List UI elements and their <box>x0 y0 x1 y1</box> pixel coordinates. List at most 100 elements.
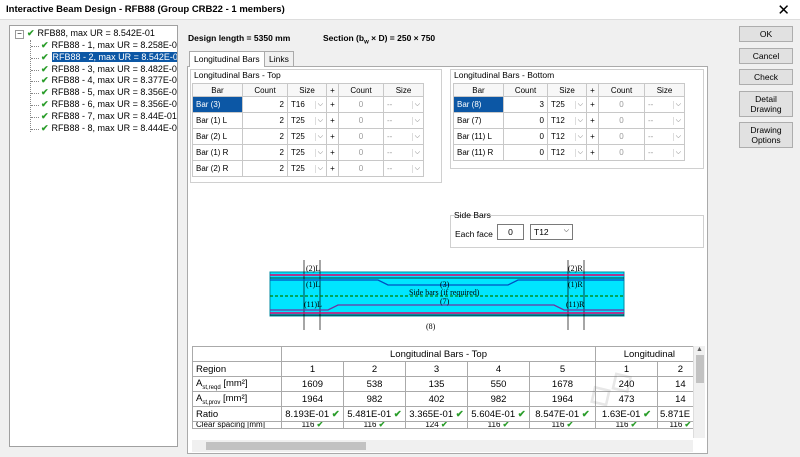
plus-cell: + <box>586 128 599 145</box>
size-select[interactable]: T12 ⌵ <box>547 144 587 161</box>
check-button[interactable]: Check <box>739 69 793 85</box>
tree-item[interactable]: ✔ RFB88 - 1, max UR = 8.258E-01 <box>41 40 177 51</box>
chevron-down-icon: ⌵ <box>672 116 681 125</box>
check-icon: ✔ <box>41 99 49 109</box>
check-icon: ✔ <box>502 421 510 429</box>
vertical-scrollbar[interactable]: ▲ <box>693 346 705 438</box>
column-header: + <box>586 83 599 97</box>
count2-cell: 0 <box>338 160 384 177</box>
section-size: Section (bw × D) = 250 × 750 <box>323 33 436 46</box>
ratio-cell: 5.604E-01 ✔ <box>467 406 530 422</box>
check-icon: ✔ <box>41 51 49 62</box>
count-cell[interactable]: 2 <box>242 144 288 161</box>
check-icon: ✔ <box>41 63 49 74</box>
collapse-icon[interactable]: − <box>15 30 24 39</box>
chevron-down-icon: ⌵ <box>314 116 323 125</box>
tree-item[interactable]: ✔ RFB88 - 3, max UR = 8.482E-01 <box>41 63 177 75</box>
table-row: Bar (11) L 0 T12 ⌵ +0 -- ⌵ <box>453 128 685 145</box>
chevron-down-icon: ⌵ <box>411 100 420 109</box>
count-cell[interactable]: 2 <box>242 160 288 177</box>
count2-cell: 0 <box>338 96 384 113</box>
count-cell[interactable]: 2 <box>242 128 288 145</box>
chevron-down-icon: ⌵ <box>672 148 681 157</box>
top-bars-table[interactable]: Bar Count Size + Count Size Bar (3) 2 T16 ⌵ +0 -- ⌵ B… <box>192 83 424 177</box>
size-select[interactable]: T25 ⌵ <box>547 96 587 113</box>
bar-name[interactable]: Bar (2) L <box>192 128 243 145</box>
table-row: Bar (2) R 2 T25 ⌵ +0 -- ⌵ <box>192 160 424 177</box>
tab-links[interactable]: Links <box>264 51 294 66</box>
check-icon: ✔ <box>684 421 692 429</box>
size-select[interactable]: T25 ⌵ <box>287 112 327 129</box>
size-select[interactable]: T25 ⌵ <box>287 144 327 161</box>
bar-name[interactable]: Bar (1) L <box>192 112 243 129</box>
member-tree[interactable]: − ✔ RFB88, max UR = 8.542E-01 ✔ RFB88 - 1,… <box>9 25 178 447</box>
chevron-down-icon: ⌵ <box>411 164 420 173</box>
region-cell: 1 <box>281 361 344 377</box>
bar-name[interactable]: Bar (1) R <box>192 144 243 161</box>
count2-cell: 0 <box>338 128 384 145</box>
size-select[interactable]: T25 ⌵ <box>287 128 327 145</box>
close-icon[interactable]: ✕ <box>777 1 790 19</box>
bar-name[interactable]: Bar (11) L <box>453 128 504 145</box>
column-header: Size <box>644 83 685 97</box>
count-cell[interactable]: 2 <box>242 96 288 113</box>
check-icon: ✔ <box>27 28 35 38</box>
detail-drawing-button[interactable]: Detail Drawing <box>739 91 793 117</box>
tab-longitudinal-bars[interactable]: Longitudinal Bars <box>189 51 265 67</box>
region-cell: 2 <box>343 361 406 377</box>
check-icon: ✔ <box>566 421 574 429</box>
tree-item[interactable]: ✔ RFB88 - 6, max UR = 8.356E-01 <box>41 99 177 110</box>
horizontal-scrollbar[interactable] <box>192 440 693 452</box>
bar-name[interactable]: Bar (11) R <box>453 144 504 161</box>
region-cell: 4 <box>467 361 530 377</box>
drawing-options-button[interactable]: Drawing Options <box>739 122 793 148</box>
size2-select: -- ⌵ <box>383 160 424 177</box>
size-select[interactable]: T16 ⌵ <box>287 96 327 113</box>
row-label: Region <box>192 361 282 377</box>
tree-item[interactable]: ✔ RFB88 - 8, max UR = 8.444E-01 <box>41 122 177 134</box>
column-header: + <box>326 83 339 97</box>
count-cell[interactable]: 0 <box>503 144 548 161</box>
size-select[interactable]: T25 ⌵ <box>287 160 327 177</box>
tree-root[interactable]: ✔ RFB88, max UR = 8.542E-01 <box>27 28 155 39</box>
region-cell: 3 <box>405 361 468 377</box>
bottom-bars-table[interactable]: Bar Count Size + Count Size Bar (8) 3 T25 ⌵ +0 -- ⌵ B… <box>453 83 685 161</box>
table-row: Ratio 8.193E-01 ✔ 5.481E-01 ✔ 3.365E-01 ✔ 5.… <box>192 406 704 422</box>
side-count-input[interactable]: 0 <box>497 224 524 240</box>
chevron-down-icon: ⌵ <box>672 132 681 141</box>
side-size-select[interactable]: T12 ⌵ <box>530 224 573 240</box>
tree-item[interactable]: ✔ RFB88 - 7, max UR = 8.44E-01 <box>41 111 177 122</box>
check-icon: ✔ <box>41 40 49 50</box>
bar-name[interactable]: Bar (3) <box>192 96 243 113</box>
label-1l: (1)L <box>306 280 320 289</box>
label-2l: (2)L <box>306 264 320 273</box>
size2-select: -- ⌵ <box>383 144 424 161</box>
req-cell: 538 <box>343 376 406 392</box>
bar-name[interactable]: Bar (2) R <box>192 160 243 177</box>
count-cell[interactable]: 2 <box>242 112 288 129</box>
count-cell[interactable]: 3 <box>503 96 548 113</box>
tree-item[interactable]: ✔ RFB88 - 5, max UR = 8.356E-01 <box>41 87 177 98</box>
count2-cell: 0 <box>338 144 384 161</box>
size-select[interactable]: T12 ⌵ <box>547 128 587 145</box>
bar-name[interactable]: Bar (7) <box>453 112 504 129</box>
check-icon: ✔ <box>41 122 49 133</box>
bar-name[interactable]: Bar (8) <box>453 96 504 113</box>
ratio-cell: 5.481E-01 ✔ <box>343 406 406 422</box>
ok-button[interactable]: OK <box>739 26 793 42</box>
table-row: Bar (11) R 0 T12 ⌵ +0 -- ⌵ <box>453 144 685 161</box>
prov-cell: 982 <box>343 391 406 407</box>
size-select[interactable]: T12 ⌵ <box>547 112 587 129</box>
count-cell[interactable]: 0 <box>503 128 548 145</box>
chevron-down-icon: ⌵ <box>672 100 681 109</box>
bottom-bars-title: Longitudinal Bars - Bottom <box>454 70 555 80</box>
count2-cell: 0 <box>598 96 645 113</box>
row-label: Ast,reqd [mm²] <box>192 376 282 392</box>
chevron-down-icon: ⌵ <box>314 132 323 141</box>
chevron-down-icon: ⌵ <box>574 116 583 125</box>
tree-item[interactable]: ✔ RFB88 - 4, max UR = 8.377E-01 <box>41 75 177 86</box>
tree-item[interactable]: ✔ RFB88 - 2, max UR = 8.542E-01 <box>41 51 177 63</box>
count-cell[interactable]: 0 <box>503 112 548 129</box>
cancel-button[interactable]: Cancel <box>739 48 793 64</box>
group-header: Longitudinal Bars - Top <box>281 346 596 362</box>
